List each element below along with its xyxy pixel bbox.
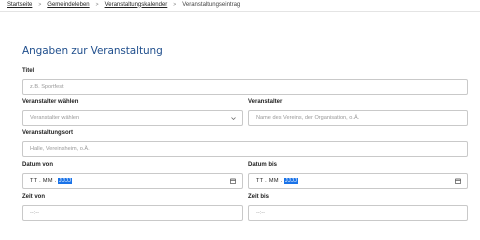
breadcrumb: Startseite > Gemeindeleben > Veranstaltu… [7, 0, 240, 9]
zeit-bis-input[interactable]: --:-- [248, 205, 468, 221]
datum-bis-value: TT . MM . JJJJ [256, 178, 298, 184]
zeit-bis-value: --:-- [256, 210, 266, 216]
breadcrumb-link-startseite[interactable]: Startseite [7, 2, 32, 8]
divider [0, 11, 480, 12]
zeit-von-value: --:-- [30, 210, 40, 216]
section-title: Angaben zur Veranstaltung [22, 45, 163, 57]
breadcrumb-link-veranstaltungskalender[interactable]: Veranstaltungskalender [105, 2, 168, 8]
datum-von-input[interactable]: TT . MM . JJJJ [22, 173, 243, 189]
ort-placeholder: Halle, Vereinsheim, o.Ä. [30, 146, 90, 152]
zeit-von-label: Zeit von [22, 194, 46, 200]
titel-label: Titel [22, 68, 35, 74]
veranstalter-waehlen-label: Veranstalter wählen [22, 99, 79, 105]
titel-input[interactable]: z.B. Sportfest [22, 79, 468, 95]
breadcrumb-separator: > [95, 1, 99, 8]
veranstalter-label: Veranstalter [248, 99, 283, 105]
breadcrumb-current: Veranstaltungseintrag [182, 1, 241, 8]
veranstalter-input[interactable]: Name des Vereins, der Organisation, o.Ä. [248, 110, 468, 126]
calendar-icon[interactable] [230, 178, 236, 184]
breadcrumb-link-gemeindeleben[interactable]: Gemeindeleben [47, 2, 89, 8]
ort-input[interactable]: Halle, Vereinsheim, o.Ä. [22, 141, 468, 157]
veranstalter-select-value: Veranstalter wählen [30, 115, 80, 121]
breadcrumb-separator: > [173, 1, 177, 8]
ort-label: Veranstaltungsort [22, 130, 74, 136]
datum-von-value: TT . MM . JJJJ [30, 178, 72, 184]
titel-placeholder: z.B. Sportfest [30, 84, 64, 90]
datum-von-label: Datum von [22, 162, 54, 168]
datum-bis-label: Datum bis [248, 162, 278, 168]
datum-bis-input[interactable]: TT . MM . JJJJ [248, 173, 468, 189]
zeit-bis-label: Zeit bis [248, 194, 270, 200]
zeit-von-input[interactable]: --:-- [22, 205, 243, 221]
chevron-down-icon [231, 117, 236, 121]
breadcrumb-separator: > [38, 1, 42, 8]
veranstalter-select[interactable]: Veranstalter wählen [22, 110, 243, 126]
veranstalter-placeholder: Name des Vereins, der Organisation, o.Ä. [256, 115, 360, 121]
calendar-icon[interactable] [455, 178, 461, 184]
